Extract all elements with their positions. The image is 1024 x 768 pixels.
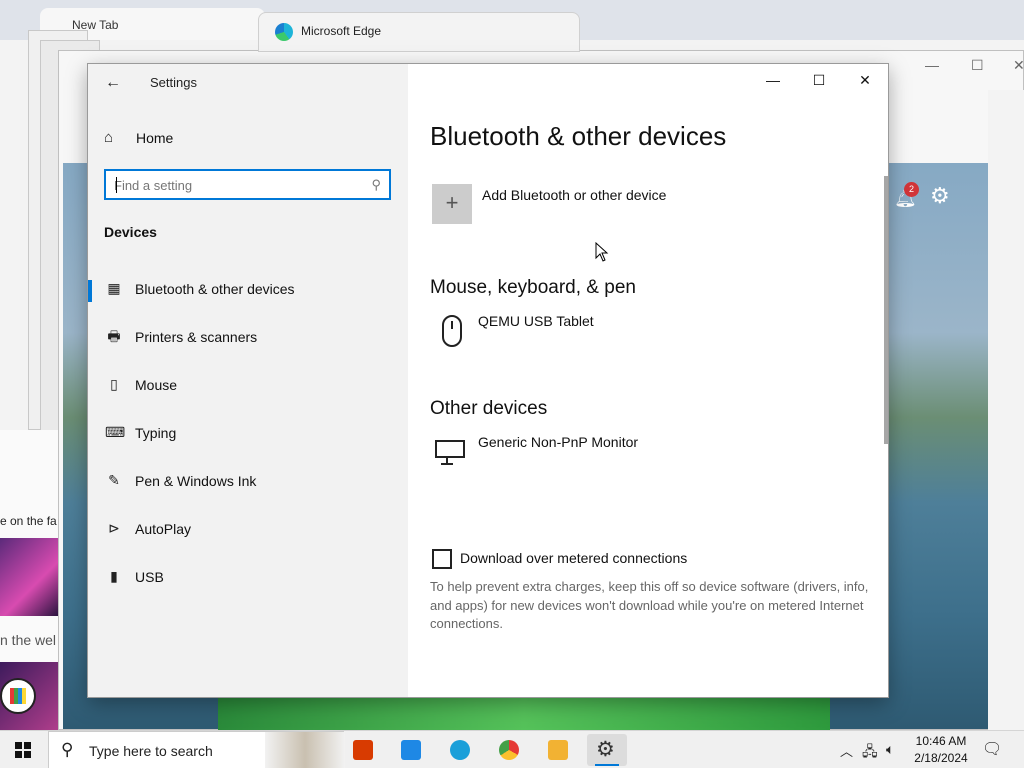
mouse-device-icon xyxy=(434,315,466,349)
background-green-banner xyxy=(218,697,830,730)
edge-sidebar xyxy=(988,90,1024,730)
sidebar-item-label: Typing xyxy=(135,425,177,441)
device-generic-monitor[interactable]: Generic Non-PnP Monitor xyxy=(430,434,850,474)
search-input[interactable] xyxy=(114,176,354,194)
action-center-icon[interactable]: 🗨 xyxy=(982,739,1002,759)
edge-icon xyxy=(450,740,470,760)
sidebar-item-usb[interactable]: ▮ USB xyxy=(88,558,408,598)
sidebar-item-label: USB xyxy=(135,569,164,585)
chrome-icon xyxy=(499,740,519,760)
monitor-icon xyxy=(434,436,466,470)
add-device-button[interactable]: + Add Bluetooth or other device xyxy=(430,182,830,226)
edge-window-tab[interactable]: Microsoft Edge xyxy=(258,12,580,52)
folder-icon xyxy=(548,740,568,760)
taskbar-app-file-explorer[interactable] xyxy=(538,734,578,766)
printer-icon: 🖶 xyxy=(107,328,121,344)
settings-content: — ☐ ✕ Bluetooth & other devices + Add Bl… xyxy=(408,64,888,697)
home-link[interactable]: ⌂ Home xyxy=(104,126,394,150)
sidebar-item-printers[interactable]: 🖶 Printers & scanners xyxy=(88,318,408,358)
sidebar-item-label: Printers & scanners xyxy=(135,329,258,345)
app-title: Settings xyxy=(150,75,197,90)
mouse-cursor-icon xyxy=(595,242,609,262)
home-icon: ⌂ xyxy=(104,129,114,146)
metered-connections-checkbox[interactable]: Download over metered connections xyxy=(430,548,870,572)
sidebar-item-mouse[interactable]: ▯ Mouse xyxy=(88,366,408,406)
text-caret xyxy=(116,177,117,193)
sidebar-item-label: Pen & Windows Ink xyxy=(135,473,257,489)
edge-minimize-icon[interactable]: — xyxy=(925,57,939,73)
checkbox-box[interactable] xyxy=(432,549,452,569)
side-text-1: e on the fa xyxy=(0,514,57,528)
system-tray: ︿ 🖧 🔈︎ 10:46 AM 2/18/2024 🗨 xyxy=(838,731,1024,768)
edge-close-icon[interactable]: ✕ xyxy=(1013,57,1024,74)
section-label-devices: Devices xyxy=(104,224,157,240)
settings-sidebar: ← Settings ⌂ Home ⚲ Devices ▦ Bluetooth … xyxy=(88,64,408,697)
sidebar-item-autoplay[interactable]: ⊳ AutoPlay xyxy=(88,510,408,550)
search-icon: ⚲ xyxy=(61,740,74,759)
network-icon[interactable]: 🖧 xyxy=(862,741,878,765)
shopping-bag-icon[interactable] xyxy=(0,678,36,714)
notification-badge: 2 xyxy=(904,182,919,197)
close-icon[interactable]: ✕ xyxy=(842,64,888,96)
add-device-label: Add Bluetooth or other device xyxy=(482,187,667,203)
usb-icon: ▮ xyxy=(110,568,118,584)
page-title: Bluetooth & other devices xyxy=(430,121,727,151)
plus-icon: + xyxy=(432,184,472,224)
search-box[interactable]: ⚲ xyxy=(104,169,391,200)
taskbar-search-text: Type here to search xyxy=(89,743,213,759)
windows-logo-icon xyxy=(15,742,31,758)
volume-muted-icon[interactable]: 🔈︎ xyxy=(886,741,894,758)
mouse-icon: ▯ xyxy=(110,376,118,392)
clock-date[interactable]: 2/18/2024 xyxy=(910,751,972,765)
chevron-up-icon[interactable]: ︿ xyxy=(840,741,853,760)
start-button[interactable] xyxy=(0,731,46,768)
minimize-icon[interactable]: — xyxy=(750,64,796,96)
clock-time[interactable]: 10:46 AM xyxy=(910,734,972,748)
pen-icon: ✎ xyxy=(108,472,120,488)
metered-help-text: To help prevent extra charges, keep this… xyxy=(430,579,869,631)
sidebar-item-label: AutoPlay xyxy=(135,521,192,537)
device-name: Generic Non-PnP Monitor xyxy=(478,434,639,450)
keyboard-icon: ⌨ xyxy=(105,424,126,440)
mouse-section-heading: Mouse, keyboard, & pen xyxy=(430,277,636,298)
bluetooth-devices-icon: ▦ xyxy=(107,280,121,296)
search-icon[interactable]: ⚲ xyxy=(371,177,381,193)
edge-maximize-icon[interactable]: ☐ xyxy=(971,57,984,74)
maximize-icon[interactable]: ☐ xyxy=(796,64,842,96)
taskbar: ⚲ Type here to search ⚙ ︿ 🖧 🔈︎ 10:46 AM … xyxy=(0,730,1024,768)
office-icon xyxy=(353,740,373,760)
taskbar-search[interactable]: ⚲ Type here to search xyxy=(48,731,345,768)
taskbar-app-office[interactable] xyxy=(343,734,383,766)
autoplay-icon: ⊳ xyxy=(108,520,120,536)
home-label: Home xyxy=(136,130,174,146)
content-scrollbar[interactable] xyxy=(884,176,888,444)
edge-logo-icon xyxy=(275,23,293,41)
settings-gear-icon: ⚙ xyxy=(596,738,615,761)
sidebar-item-label: Bluetooth & other devices xyxy=(135,281,295,297)
checkbox-label: Download over metered connections xyxy=(460,550,688,566)
settings-window: ← Settings ⌂ Home ⚲ Devices ▦ Bluetooth … xyxy=(88,64,888,697)
device-qemu-tablet[interactable]: QEMU USB Tablet xyxy=(430,313,850,353)
side-text-2: n the wel xyxy=(0,632,57,648)
active-indicator xyxy=(595,764,619,766)
gear-icon[interactable]: ⚙ xyxy=(930,183,950,209)
notification-bell[interactable]: 🔔︎ 2 xyxy=(890,182,919,210)
taskbar-app-settings[interactable]: ⚙ xyxy=(587,734,627,766)
sidebar-item-pen[interactable]: ✎ Pen & Windows Ink xyxy=(88,462,408,502)
side-thumbnail-1 xyxy=(0,538,58,616)
taskbar-app-chrome[interactable] xyxy=(489,734,529,766)
taskbar-app-store[interactable] xyxy=(391,734,431,766)
back-arrow-icon[interactable]: ← xyxy=(102,72,124,94)
sidebar-item-typing[interactable]: ⌨ Typing xyxy=(88,414,408,454)
sidebar-item-bluetooth[interactable]: ▦ Bluetooth & other devices xyxy=(88,270,408,310)
device-name: QEMU USB Tablet xyxy=(478,313,594,329)
taskbar-app-edge[interactable] xyxy=(440,734,480,766)
other-devices-heading: Other devices xyxy=(430,398,548,419)
store-icon xyxy=(401,740,421,760)
edge-window-title: Microsoft Edge xyxy=(301,24,382,38)
selected-indicator xyxy=(88,280,92,302)
search-highlight-image xyxy=(265,732,345,768)
sidebar-item-label: Mouse xyxy=(135,377,178,393)
